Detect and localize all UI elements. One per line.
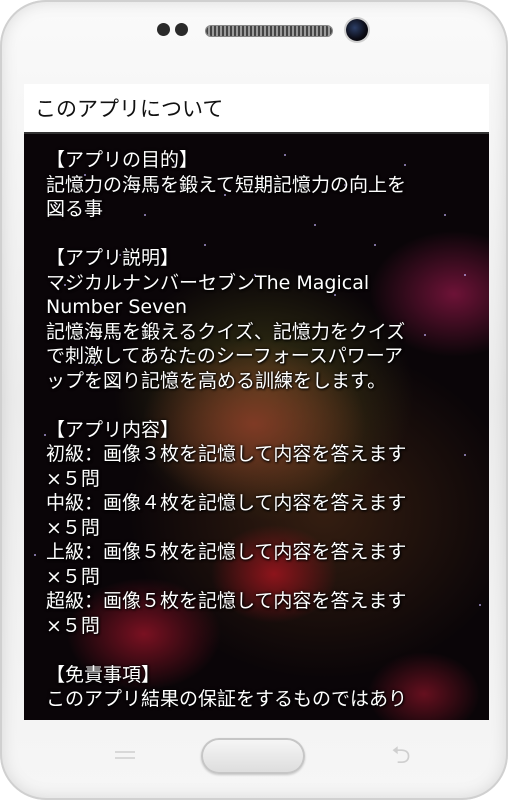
text-line: ップを図り記憶を高める訓練をします。 (46, 369, 387, 392)
text-line: 中級：画像４枚を記憶して内容を答えます (46, 492, 407, 514)
star-dot (479, 604, 481, 606)
text-line: 超級：画像５枚を記憶して内容を答えます (46, 590, 407, 612)
text-line: ×５問 (46, 565, 100, 588)
text-line: このアプリ結果の保証をするものではあり (46, 688, 408, 710)
section-heading: 【アプリ説明】 (46, 247, 180, 269)
section-heading: 【アプリの目的】 (46, 149, 199, 171)
text-line: で刺激してあなたのシーフォースパワーア (46, 345, 404, 367)
about-text: 【アプリの目的】 記憶力の海馬を鍛えて短期記憶力の向上を 図る事【アプリ説明】 マジカ… (46, 148, 476, 712)
back-button[interactable]: ⮌ (384, 742, 418, 768)
star-dot (34, 554, 36, 556)
front-sensor-icon (175, 23, 188, 36)
menu-icon (115, 751, 135, 753)
menu-icon (115, 757, 135, 759)
back-arrow-icon: ⮌ (391, 741, 411, 769)
phone-frame: このアプリについて 【アプリの目的】 記憶力の海馬を鍛えて短期記憶力の向上を 図る事… (0, 0, 508, 800)
front-camera-icon (346, 19, 368, 41)
earpiece-speaker-icon (206, 26, 332, 36)
section-heading: 【免責事項】 (46, 663, 161, 686)
text-line: ×５問 (46, 614, 100, 637)
text-line: 図る事 (46, 198, 104, 220)
screen: このアプリについて 【アプリの目的】 記憶力の海馬を鍛えて短期記憶力の向上を 図る事… (24, 84, 489, 720)
menu-button[interactable] (108, 744, 142, 766)
text-line: 上級：画像５枚を記憶して内容を答えます (46, 541, 407, 563)
about-content[interactable]: 【アプリの目的】 記憶力の海馬を鍛えて短期記憶力の向上を 図る事【アプリ説明】 マジカ… (24, 134, 489, 720)
text-line: Number Seven (46, 296, 188, 318)
section-heading: 【アプリ内容】 (46, 418, 180, 441)
app-bar: このアプリについて (24, 84, 489, 134)
text-line: マジカルナンバーセブンThe Magical (46, 271, 370, 294)
text-line: ×５問 (46, 516, 100, 539)
text-line: 記憶海馬を鍛えるクイズ、記憶力をクイズ (46, 320, 406, 343)
text-line: 記憶力の海馬を鍛えて短期記憶力の向上を (46, 173, 407, 196)
text-line: 初級：画像３枚を記憶して内容を答えます (46, 443, 407, 465)
home-button[interactable] (201, 738, 305, 774)
front-sensor-icon (157, 23, 170, 36)
text-line: ×５問 (46, 467, 100, 490)
page-title: このアプリについて (35, 97, 224, 121)
